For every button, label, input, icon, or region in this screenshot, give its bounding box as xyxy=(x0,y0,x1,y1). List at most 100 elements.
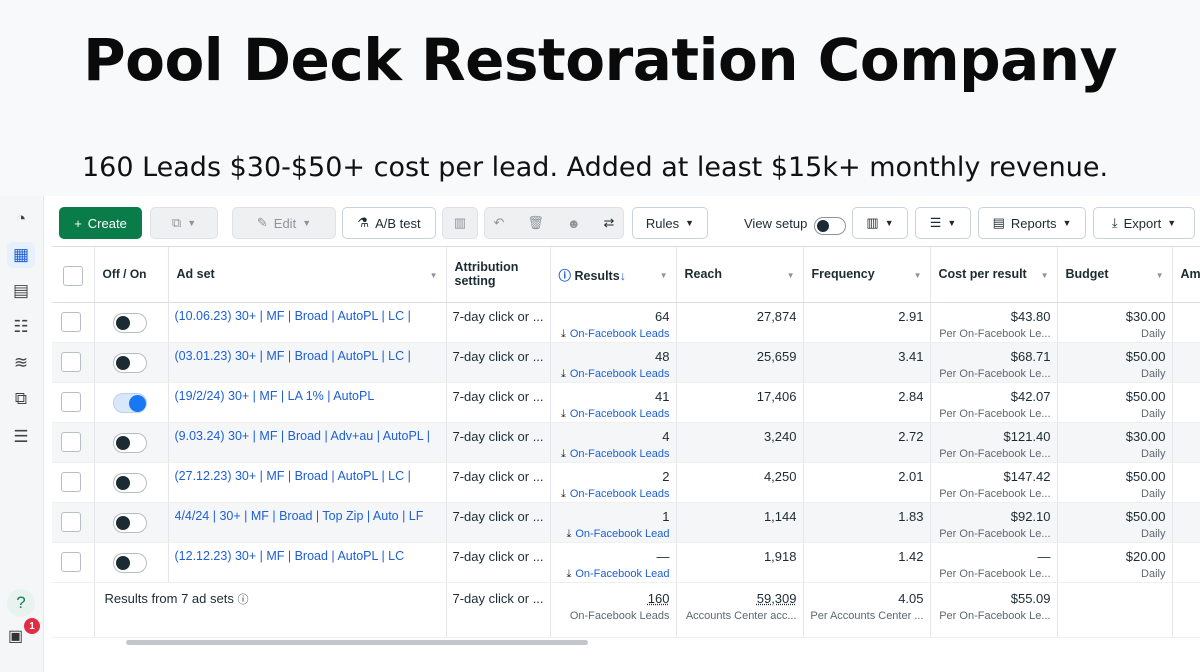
ad-set-name-link[interactable]: (10.06.23) 30+ | MF | Broad | AutoPL | L… xyxy=(175,309,440,323)
chevron-down-icon[interactable]: ▼ xyxy=(430,271,438,280)
row-checkbox[interactable] xyxy=(61,431,81,452)
toolbar: + Create ⧉ ▼ ✎ Edit ▼ ⚗ A/B test ▥ ↶ 🗑 ☻ … xyxy=(44,204,1200,242)
result-type-link[interactable]: ⤓ On-Facebook Lead xyxy=(557,568,669,581)
table-row[interactable]: (03.01.23) 30+ | MF | Broad | AutoPL | L… xyxy=(52,342,1200,383)
delivery-toggle[interactable] xyxy=(112,552,147,573)
row-checkbox[interactable] xyxy=(61,511,81,532)
delivery-toggle[interactable] xyxy=(112,512,147,533)
ab-test-button[interactable]: ⚗ A/B test xyxy=(342,207,436,239)
result-type-link[interactable]: ⤓ On-Facebook Leads xyxy=(557,488,670,501)
ad-set-name-link[interactable]: (19/2/24) 30+ | MF | LA 1% | AutoPL xyxy=(175,389,440,403)
result-type-link[interactable]: ⤓ On-Facebook Leads xyxy=(557,368,670,381)
totals-frequency: 4.05 xyxy=(898,590,924,606)
clipboard-button[interactable]: ▥ xyxy=(442,207,478,239)
ad-set-name-link[interactable]: (27.12.23) 30+ | MF | Broad | AutoPL | L… xyxy=(175,469,440,483)
notifications-icon[interactable]: ▣ 1 xyxy=(8,618,40,648)
amount-cell xyxy=(1172,542,1200,583)
trash-icon[interactable]: 🗑 xyxy=(527,215,544,231)
table-view-icon[interactable]: ▦ xyxy=(7,242,35,268)
column-budget[interactable]: Budget ▼ xyxy=(1057,247,1173,303)
amount-cell xyxy=(1172,302,1200,343)
column-off-on[interactable]: Off / On xyxy=(94,247,169,303)
catalog-icon[interactable]: ⧉ xyxy=(7,386,35,412)
result-type-link[interactable]: ⤓ On-Facebook Leads xyxy=(557,448,670,461)
audiences-icon[interactable]: ☷ xyxy=(7,314,35,340)
result-type-label: On-Facebook Leads xyxy=(569,407,670,420)
edit-button[interactable]: ✎ Edit ▼ xyxy=(232,207,336,239)
chevron-down-icon: ▼ xyxy=(302,218,312,228)
budget-sub: Daily xyxy=(1141,367,1166,380)
chevron-down-icon[interactable]: ▼ xyxy=(787,271,795,280)
column-results[interactable]: ⓘ Results↓ ▼ xyxy=(550,247,677,303)
chevron-down-icon[interactable]: ▼ xyxy=(914,271,922,280)
undo-icon[interactable]: ↶ xyxy=(493,215,504,231)
ad-set-name-link[interactable]: (03.01.23) 30+ | MF | Broad | AutoPL | L… xyxy=(175,349,440,363)
share-icon[interactable]: ⇄ xyxy=(604,215,615,231)
reach-cell: 1,918 xyxy=(676,542,804,583)
select-all-checkbox[interactable] xyxy=(63,265,83,286)
table-row[interactable]: 4/4/24 | 30+ | MF | Broad | Top Zip | Au… xyxy=(52,502,1200,543)
column-frequency-label: Frequency xyxy=(811,267,875,282)
row-checkbox[interactable] xyxy=(61,551,81,572)
column-reach[interactable]: Reach ▼ xyxy=(676,247,804,303)
frequency-value: 2.84 xyxy=(898,388,924,404)
table-row[interactable]: (9.03.24) 30+ | MF | Broad | Adv+au | Au… xyxy=(52,422,1200,463)
toggle-knob xyxy=(115,555,130,570)
dashboard-icon[interactable]: ◔ xyxy=(7,206,35,232)
pages-icon[interactable]: ▤ xyxy=(7,278,35,304)
ad-set-name-link[interactable]: (12.12.23) 30+ | MF | Broad | AutoPL | L… xyxy=(175,549,440,563)
column-cost-per-result[interactable]: Cost per result ▼ xyxy=(930,247,1058,303)
horizontal-scrollbar[interactable] xyxy=(126,640,588,645)
result-type-link[interactable]: ⤓ On-Facebook Leads xyxy=(557,408,670,421)
export-button[interactable]: ⤓ Export ▼ xyxy=(1093,207,1195,239)
result-type-link[interactable]: ⤓ On-Facebook Leads xyxy=(557,328,670,341)
help-icon[interactable]: ? xyxy=(7,589,35,617)
reports-button[interactable]: ▤ Reports ▼ xyxy=(978,207,1086,239)
columns-button[interactable]: ▥ ▼ xyxy=(852,207,908,239)
chevron-down-icon[interactable]: ▼ xyxy=(1156,271,1164,280)
row-checkbox[interactable] xyxy=(61,391,81,412)
breakdown-button[interactable]: ☰ ▼ xyxy=(915,207,971,239)
pencil-icon: ✎ xyxy=(256,215,268,230)
ad-set-name-link[interactable]: (9.03.24) 30+ | MF | Broad | Adv+au | Au… xyxy=(175,429,440,443)
chevron-down-icon[interactable]: ▼ xyxy=(660,271,668,280)
sort-down-icon[interactable]: ↓ xyxy=(620,269,626,283)
delivery-toggle[interactable] xyxy=(112,472,147,493)
attribution-text: 7-day click or ... xyxy=(452,468,544,484)
table-row[interactable]: (27.12.23) 30+ | MF | Broad | AutoPL | L… xyxy=(52,462,1200,503)
export-label: Export xyxy=(1123,215,1162,231)
column-attribution[interactable]: Attribution setting xyxy=(446,247,551,303)
column-frequency[interactable]: Frequency ▼ xyxy=(803,247,931,303)
attribution-text: 7-day click or ... xyxy=(452,428,544,444)
result-type-link[interactable]: ⤓ On-Facebook Lead xyxy=(557,527,670,541)
delivery-toggle[interactable] xyxy=(112,432,147,453)
attribution-cell: 7-day click or ... xyxy=(446,462,551,503)
chevron-down-icon[interactable]: ▼ xyxy=(1041,271,1049,280)
duplicate-icon: ⧉ xyxy=(171,215,182,230)
attribution-text: 7-day click or ... xyxy=(452,508,544,524)
row-checkbox[interactable] xyxy=(61,351,81,372)
people-icon[interactable]: ☻ xyxy=(567,216,581,231)
billing-icon[interactable]: ≋ xyxy=(7,350,35,376)
column-ad-set[interactable]: Ad set ▼ xyxy=(168,247,447,303)
left-rail: ◔ ▦ ▤ ☷ ≋ ⧉ ☰ ? ▣ 1 xyxy=(0,196,44,672)
delivery-toggle[interactable] xyxy=(112,312,147,333)
menu-icon[interactable]: ☰ xyxy=(7,424,35,450)
row-checkbox[interactable] xyxy=(61,311,81,332)
ad-set-name-link[interactable]: 4/4/24 | 30+ | MF | Broad | Top Zip | Au… xyxy=(175,509,440,523)
totals-attribution: 7-day click or ... xyxy=(446,582,551,638)
table-row[interactable]: (12.12.23) 30+ | MF | Broad | AutoPL | L… xyxy=(52,542,1200,583)
delivery-toggle[interactable] xyxy=(112,352,147,373)
table-row[interactable]: (10.06.23) 30+ | MF | Broad | AutoPL | L… xyxy=(52,302,1200,343)
view-setup-toggle[interactable] xyxy=(814,217,846,235)
duplicate-button[interactable]: ⧉ ▼ xyxy=(150,207,218,239)
row-checkbox[interactable] xyxy=(61,471,81,492)
column-amount[interactable]: Am xyxy=(1172,247,1200,303)
create-button[interactable]: + Create xyxy=(59,207,142,239)
table-row[interactable]: (19/2/24) 30+ | MF | LA 1% | AutoPL 7-day… xyxy=(52,382,1200,423)
info-icon[interactable]: ⓘ xyxy=(237,594,248,606)
delivery-toggle[interactable] xyxy=(112,392,147,413)
rules-button[interactable]: Rules ▼ xyxy=(632,207,708,239)
ad-set-cell: (03.01.23) 30+ | MF | Broad | AutoPL | L… xyxy=(168,342,447,383)
result-type-label: On-Facebook Lead xyxy=(575,527,670,540)
